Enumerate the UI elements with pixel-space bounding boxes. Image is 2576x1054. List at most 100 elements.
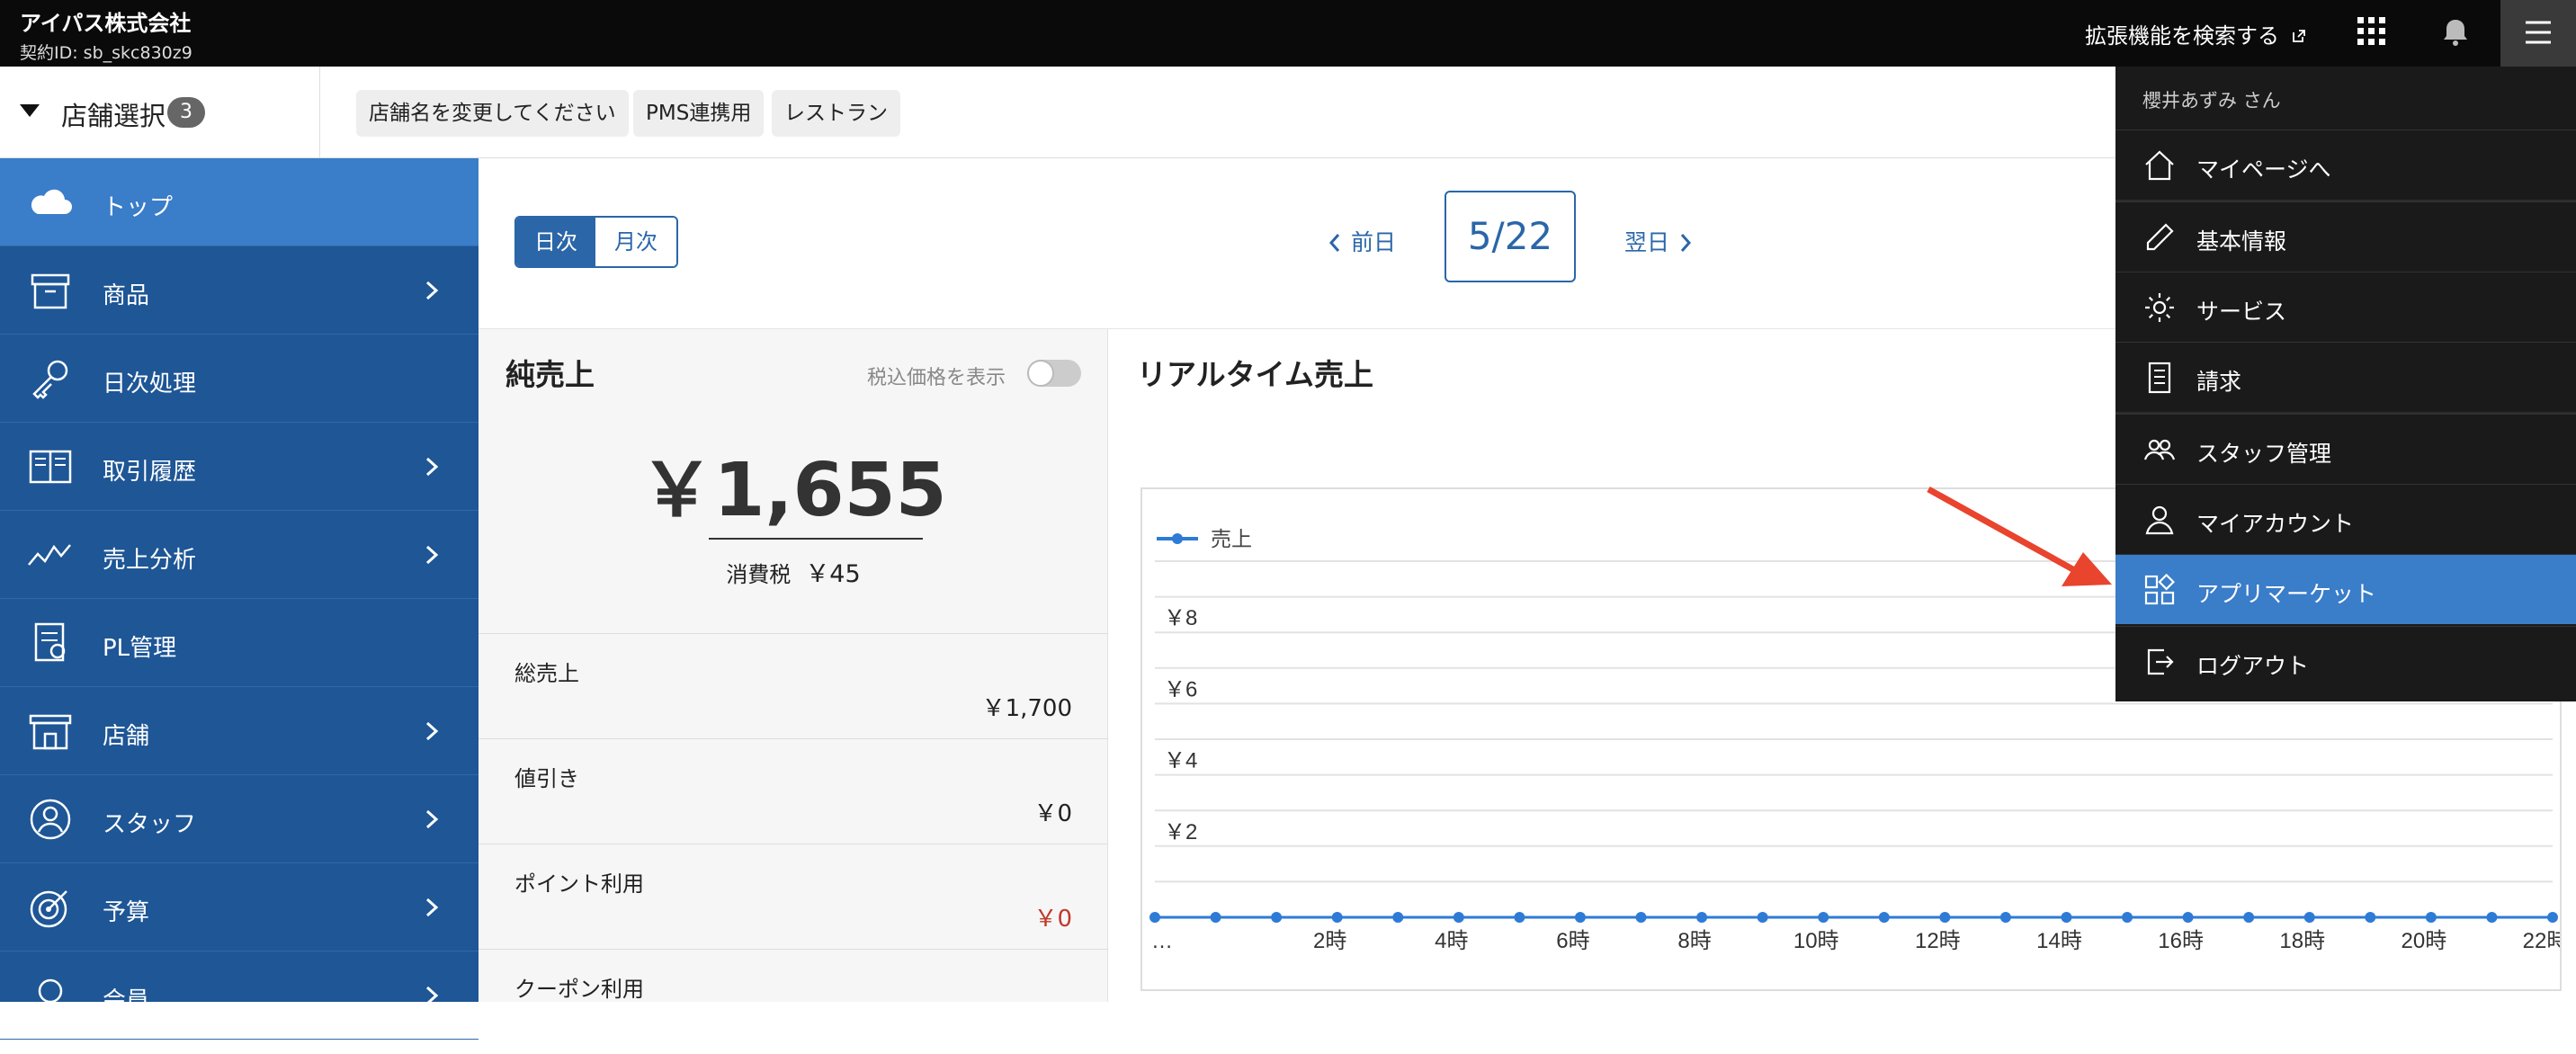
- user-icon: [2145, 505, 2174, 535]
- menu-item-label: アプリマーケット: [2196, 581, 2377, 607]
- caret-down-icon: [20, 104, 40, 117]
- y-tick-label: ￥8: [1164, 606, 1197, 630]
- sidebar-item-members[interactable]: 会員: [0, 951, 479, 1040]
- previous-day-button[interactable]: 前日: [1328, 225, 1396, 257]
- trend-icon: [28, 544, 71, 566]
- data-point: [1939, 912, 1951, 923]
- sidebar-item-daily-processing[interactable]: 日次処理: [0, 335, 479, 423]
- sidebar-item-label: 予算: [103, 899, 150, 926]
- x-tick-label: 6時: [1556, 929, 1589, 953]
- row-value: ￥0: [1033, 800, 1072, 827]
- extension-search-link[interactable]: 拡張機能を検索する: [2085, 18, 2306, 49]
- menu-item-label: マイページへ: [2196, 156, 2331, 183]
- net-sales-panel: 純売上 税込価格を表示 ￥1,655 消費税 ￥45 総売上 ￥1,700 値引き…: [479, 329, 1108, 1002]
- menu-item-app-market[interactable]: アプリマーケット: [2115, 554, 2576, 624]
- annotation-arrow: [1927, 486, 2112, 586]
- chevron-right-icon: [425, 281, 439, 300]
- sidebar-item-products[interactable]: 商品: [0, 246, 479, 335]
- store-select-label: 店舗選択: [61, 101, 166, 131]
- sidebar-item-label: スタッフ: [103, 811, 197, 838]
- chevron-right-icon: [425, 457, 439, 477]
- x-tick-label: 2時: [1313, 929, 1346, 953]
- sidebar-item-top[interactable]: トップ: [0, 158, 479, 246]
- sidebar-item-sales-analysis[interactable]: 売上分析: [0, 511, 479, 599]
- menu-item-basic-info[interactable]: 基本情報: [2115, 201, 2576, 272]
- current-date-picker[interactable]: 5/22: [1445, 191, 1576, 282]
- book-icon: [29, 450, 72, 484]
- data-point: [1635, 912, 1647, 923]
- sidebar-item-staff[interactable]: スタッフ: [0, 775, 479, 863]
- data-point: [2425, 912, 2437, 923]
- previous-day-label: 前日: [1351, 229, 1397, 255]
- sidebar-item-label: 売上分析: [103, 547, 197, 574]
- gear-icon: [2145, 293, 2174, 322]
- data-point: [1574, 912, 1586, 923]
- menu-item-label: 請求: [2196, 369, 2242, 395]
- document-icon: [2148, 362, 2171, 394]
- menu-item-logout[interactable]: ログアウト: [2115, 626, 2576, 696]
- amount-underline: [709, 538, 923, 540]
- data-point: [2182, 912, 2194, 923]
- data-point: [1271, 912, 1283, 923]
- chevron-left-icon: [1328, 234, 1340, 252]
- tax-toggle-label: 税込価格を表示: [867, 367, 1006, 389]
- data-point: [1210, 912, 1221, 923]
- data-point: [1149, 912, 1160, 923]
- x-tick-label: 8時: [1677, 929, 1711, 953]
- tax-inclusive-toggle[interactable]: [1027, 360, 1081, 387]
- menu-item-services[interactable]: サービス: [2115, 272, 2576, 342]
- sidebar: トップ 商品 日次処理 取引履歴 売上分析 PL管理 店舗 スタッフ 予算 会員: [0, 158, 479, 1040]
- y-tick-label: ￥6: [1164, 677, 1197, 701]
- menu-item-label: マイアカウント: [2196, 511, 2355, 537]
- store-chip[interactable]: 店舗名を変更してください: [356, 90, 629, 137]
- external-link-icon: [2292, 30, 2305, 42]
- row-label: 値引き: [514, 766, 579, 791]
- cloud-icon: [31, 189, 72, 214]
- data-point: [1392, 912, 1404, 923]
- home-icon: [2145, 150, 2174, 181]
- x-tick-label: 22時: [2523, 929, 2560, 953]
- data-point: [2486, 912, 2498, 923]
- app-grid-icon[interactable]: [2357, 16, 2387, 47]
- x-tick-label: 18時: [2279, 929, 2325, 953]
- row-label: ポイント利用: [514, 871, 644, 897]
- store-select-toggle[interactable]: 店舗選択 3: [0, 67, 320, 158]
- sidebar-item-label: PL管理: [103, 635, 177, 662]
- tax-value: ￥45: [805, 560, 861, 588]
- sidebar-item-store[interactable]: 店舗: [0, 687, 479, 775]
- sidebar-item-label: トップ: [103, 194, 174, 221]
- menu-item-my-page[interactable]: マイページへ: [2115, 130, 2576, 200]
- x-tick-label: 10時: [1793, 929, 1839, 953]
- tax-label: 消費税: [726, 562, 792, 587]
- hamburger-icon: [2526, 21, 2551, 44]
- next-day-button[interactable]: 翌日: [1624, 225, 1693, 257]
- extension-search-label: 拡張機能を検索する: [2085, 23, 2279, 49]
- daily-tab[interactable]: 日次: [516, 218, 595, 266]
- sales-breakdown-row: ポイント利用 ￥0: [479, 844, 1108, 949]
- data-point: [1999, 912, 2011, 923]
- store-chip[interactable]: レストラン: [772, 90, 900, 137]
- contract-id: 契約ID: sb_skc830z9: [20, 43, 192, 63]
- sidebar-item-budget[interactable]: 予算: [0, 863, 479, 951]
- person-icon: [30, 799, 71, 840]
- data-point: [2365, 912, 2376, 923]
- menu-item-staff-management[interactable]: スタッフ管理: [2115, 414, 2576, 484]
- monthly-tab[interactable]: 月次: [595, 218, 676, 266]
- notification-bell-icon[interactable]: [2437, 14, 2473, 50]
- store-chip[interactable]: PMS連携用: [633, 90, 765, 137]
- menu-item-my-account[interactable]: マイアカウント: [2115, 484, 2576, 554]
- chevron-right-icon: [425, 809, 439, 829]
- sidebar-item-pl-management[interactable]: PL管理: [0, 599, 479, 687]
- hamburger-menu-button[interactable]: [2500, 0, 2576, 67]
- sales-breakdown-row: 総売上 ￥1,700: [479, 633, 1108, 738]
- sidebar-item-label: 店舗: [103, 723, 150, 750]
- data-point: [2122, 912, 2133, 923]
- menu-item-label: ログアウト: [2196, 653, 2310, 679]
- toggle-knob: [1027, 360, 1054, 387]
- row-label: クーポン利用: [514, 977, 644, 1002]
- x-tick-label: 14時: [2036, 929, 2082, 953]
- data-point: [2243, 912, 2255, 923]
- sidebar-item-transactions[interactable]: 取引履歴: [0, 423, 479, 511]
- sales-breakdown-row: 値引き ￥0: [479, 738, 1108, 844]
- menu-item-billing[interactable]: 請求: [2115, 342, 2576, 412]
